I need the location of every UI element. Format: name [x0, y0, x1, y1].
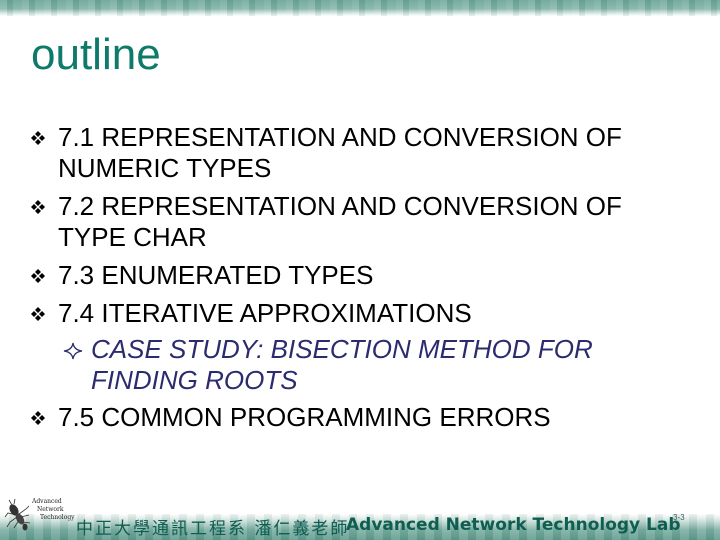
diamond-cluster-bullet-icon: [31, 269, 45, 283]
logo-text: Advanced Network Technology: [32, 498, 75, 522]
outline-item-line: 7.5 COMMON PROGRAMMING ERRORS: [58, 402, 551, 432]
diamond-cluster-bullet-icon: [31, 307, 45, 321]
outline-item-line: 7.3 ENUMERATED TYPES: [58, 260, 374, 290]
outline-item: 7.1 REPRESENTATION AND CONVERSION OF NUM…: [31, 122, 711, 184]
outline-item-line: 7.2 REPRESENTATION AND CONVERSION OF: [58, 191, 622, 221]
outline-item-line: 7.1 REPRESENTATION AND CONVERSION OF: [58, 122, 622, 152]
diamond-cluster-bullet-icon: [31, 200, 45, 214]
outline-item: 7.2 REPRESENTATION AND CONVERSION OF TYP…: [31, 191, 711, 253]
outline-item-line: NUMERIC TYPES: [58, 153, 272, 183]
outline-list: 7.1 REPRESENTATION AND CONVERSION OF NUM…: [31, 122, 711, 440]
outline-item-line: 7.4 ITERATIVE APPROXIMATIONS: [58, 298, 472, 328]
footer-institution: 中正大學通訊工程系 潘仁義老師: [76, 519, 350, 539]
ant-icon: [4, 498, 31, 531]
logo-text-line: Technology: [40, 514, 75, 521]
outline-item: 7.3 ENUMERATED TYPES: [31, 260, 711, 291]
outline-subitem: CASE STUDY: BISECTION METHOD FOR FINDING…: [31, 334, 711, 396]
outline-subitem-line: FINDING ROOTS: [91, 365, 298, 395]
lab-logo: Advanced Network Technology: [4, 498, 75, 534]
logo-text-line: Advanced: [32, 498, 62, 505]
footer-lab-name: Advanced Network Technology Lab: [346, 515, 681, 535]
diamond-cluster-bullet-icon: [31, 411, 45, 425]
header-decorative-band: [0, 0, 720, 16]
logo-text-line: Network: [37, 506, 64, 513]
outline-item: 7.4 ITERATIVE APPROXIMATIONS: [31, 298, 711, 329]
diamond-cluster-bullet-icon: [31, 131, 45, 145]
outline-item-line: TYPE CHAR: [58, 222, 207, 252]
slide-title: outline: [31, 30, 161, 79]
outline-item: 7.5 COMMON PROGRAMMING ERRORS: [31, 402, 711, 433]
four-point-star-bullet-icon: [63, 342, 83, 360]
page-number: 3-3: [673, 513, 685, 522]
outline-subitem-line: CASE STUDY: BISECTION METHOD FOR: [91, 334, 593, 364]
